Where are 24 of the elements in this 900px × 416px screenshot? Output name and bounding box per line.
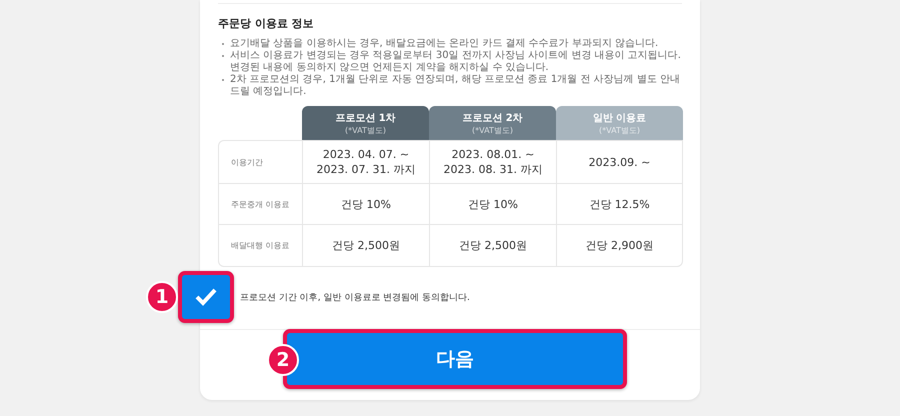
table-cell: 건당 2,500원 [429, 225, 556, 267]
row-label: 이용기간 [218, 140, 302, 184]
section-title: 주문당 이용료 정보 [218, 16, 315, 31]
table-cell: 건당 12.5% [556, 184, 683, 225]
agree-checkbox[interactable] [178, 271, 234, 323]
note-text: 2차 프로모션의 경우, 1개월 단위로 자동 연장되며, 해당 프로모션 종료 1개월 전 사장님께 별도 안내드릴 예정입니다. [230, 74, 681, 98]
note-text: 요기배달 상품을 이용하시는 경우, 배달요금에는 온라인 카드 결제 수수료가 부과되지 않습니다. [230, 38, 658, 50]
agreement-label: 프로모션 기간 이후, 일반 이용료로 변경됨에 동의합니다. [240, 292, 470, 304]
table-cell: 건당 2,900원 [556, 225, 683, 267]
step-badge: 2 [267, 344, 299, 376]
column-header: 프로모션 1차 (*VAT별도) [302, 106, 429, 140]
table-cell: 건당 2,500원 [302, 225, 429, 267]
table-cell: 건당 10% [429, 184, 556, 225]
column-header: 프로모션 2차 (*VAT별도) [429, 106, 556, 140]
row-label: 배달대행 이용료 [218, 225, 302, 267]
step-badge: 1 [146, 281, 178, 313]
column-header: 일반 이용료 (*VAT별도) [556, 106, 683, 140]
table-cell: 2023.09. ~ [556, 140, 683, 184]
table-cell: 건당 10% [302, 184, 429, 225]
table-cell: 2023. 08.01. ~ 2023. 08. 31. 까지 [429, 140, 556, 184]
check-icon [194, 287, 218, 307]
table-cell: 2023. 04. 07. ~ 2023. 07. 31. 까지 [302, 140, 429, 184]
note-text: 서비스 이용료가 변경되는 경우 적용일로부터 30일 전까지 사장님 사이트에 변경 내용이 고지됩니다. 변경된 내용에 동의하지 않으면 언제든지 계약을 해지하실 수 있습니다. [230, 50, 682, 74]
row-label: 주문중개 이용료 [218, 184, 302, 225]
